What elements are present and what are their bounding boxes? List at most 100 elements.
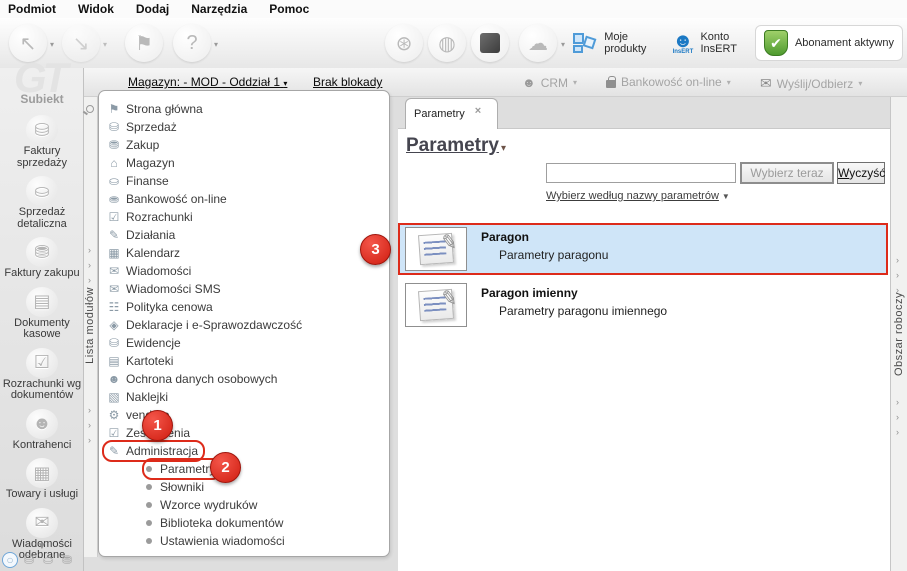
back-dropdown-caret[interactable]: ▾ <box>50 40 54 49</box>
tree-item[interactable]: Parametry <box>104 458 389 480</box>
module-item[interactable]: ☑ Rozrachunki wg dokumentów <box>0 345 84 406</box>
parameter-search-input[interactable] <box>546 163 736 183</box>
filter-by-name-link[interactable]: Wybierz według nazwy parametrów ▼ <box>546 190 730 202</box>
cloud-server-button[interactable]: ☁ <box>519 24 557 62</box>
module-item[interactable]: ☻ Kontrahenci <box>12 406 72 456</box>
tree-item[interactable]: Biblioteka dokumentów <box>104 514 389 532</box>
tree-item[interactable]: ✉ Wiadomości SMS <box>104 280 389 298</box>
tab-close-icon[interactable]: × <box>475 105 481 117</box>
tree-item[interactable]: ⛀ Finanse <box>104 172 389 190</box>
page-title[interactable]: Parametry ▾ <box>406 135 506 157</box>
search-magnifier-icon[interactable] <box>86 105 94 113</box>
help-button[interactable]: ? <box>173 24 211 62</box>
tree-item[interactable]: ✎ Działania <box>104 226 389 244</box>
back-arrow-icon: ↖ <box>19 32 37 55</box>
help-icon: ? <box>186 31 198 54</box>
menu-item[interactable]: Narzędzia <box>191 2 247 16</box>
module-mini-icon[interactable]: ⛃ <box>59 552 75 568</box>
navigation-tree-panel: ⚑ Strona główna ⛁ Sprzedaż ⛃ Zakup ⌂ Mag… <box>98 90 390 557</box>
tree-item-label: Wiadomości SMS <box>126 282 221 296</box>
module-item[interactable]: ⛁ Faktury sprzedaży <box>0 112 84 173</box>
lock-status-link[interactable]: Brak blokady <box>313 75 382 89</box>
module-icon: ✉ <box>26 507 58 538</box>
flag-button[interactable]: ⚑ <box>125 24 163 62</box>
tree-item[interactable]: Słowniki <box>104 478 389 496</box>
tree-item-icon: ⌂ <box>110 156 118 170</box>
parameter-row[interactable]: ✎ Paragon Parametry paragonu <box>398 223 888 275</box>
menu-item[interactable]: Widok <box>78 2 114 16</box>
subscription-status-button[interactable]: ✔ Abonament aktywny <box>754 25 903 61</box>
tree-item[interactable]: ⛁ Sprzedaż <box>104 118 389 136</box>
insert-account-button[interactable]: ☻ InsERT Konto InsERT <box>664 27 745 59</box>
tree-item-icon: ⛃ <box>108 138 120 152</box>
tree-item[interactable]: Wzorce wydruków <box>104 496 389 514</box>
tree-item[interactable]: ◈ Deklaracje i e-Sprawozdawczość <box>104 316 389 334</box>
tree-item[interactable]: ▤ Kartoteki <box>104 352 389 370</box>
cube-icon <box>480 33 500 53</box>
tree-item[interactable]: ▦ Kalendarz <box>104 244 389 262</box>
tree-item[interactable]: ☷ Polityka cenowa <box>104 298 389 316</box>
tree-item-label: Zakup <box>126 138 160 152</box>
globe-button[interactable]: ◍ <box>428 24 466 62</box>
menu-item[interactable]: Dodaj <box>136 2 169 16</box>
bullet-icon <box>146 538 152 544</box>
tree-item[interactable]: ⚑ Strona główna <box>104 100 389 118</box>
warehouse-selector-link[interactable]: Magazyn: - MOD - Oddział 1 ▾ <box>128 75 287 89</box>
module-label: Sprzedaż detaliczna <box>17 206 67 230</box>
tree-item[interactable]: ✉ Wiadomości <box>104 262 389 280</box>
my-products-button[interactable]: Moje produkty <box>565 27 654 59</box>
tree-item[interactable]: ⛃ Zakup <box>104 136 389 154</box>
tree-item-icon: ▤ <box>108 354 120 368</box>
menu-item[interactable]: Podmiot <box>8 2 56 16</box>
clear-button[interactable]: Wyczyść <box>837 162 885 184</box>
tab-parametry[interactable]: Parametry × <box>405 98 498 129</box>
tree-item[interactable]: ⛁ Ewidencje <box>104 334 389 352</box>
parameter-row[interactable]: ✎ Paragon imienny Parametry paragonu imi… <box>398 281 888 329</box>
module-item[interactable]: ⛃ Faktury zakupu <box>4 234 80 284</box>
tree-item[interactable]: ⛂ Bankowość on-line <box>104 190 389 208</box>
tree-item[interactable]: Ustawienia wiadomości <box>104 532 389 550</box>
tree-item[interactable]: ☑ Rozrachunki <box>104 208 389 226</box>
forward-button[interactable]: ↘ <box>62 24 100 62</box>
module-label: Faktury zakupu <box>4 267 80 279</box>
forward-dropdown-caret[interactable]: ▾ <box>103 40 107 49</box>
module-mini-icon[interactable]: ⛀ <box>40 552 56 568</box>
tree-item[interactable]: ☻ Ochrona danych osobowych <box>104 370 389 388</box>
module-icon: ⛃ <box>25 237 58 267</box>
module-item[interactable]: ▦ Towary i usługi <box>6 455 78 505</box>
chevron-right-icon: › <box>88 275 91 285</box>
parameter-description: Parametry paragonu <box>499 248 609 262</box>
step-2-badge: 2 <box>210 452 241 483</box>
tree-item-label: Ewidencje <box>126 336 181 350</box>
sync-button[interactable]: ⊛ <box>385 24 423 62</box>
insert-account-label: Konto InsERT <box>700 31 737 55</box>
tree-item-icon: ✎ <box>108 228 120 242</box>
parameter-doc-pen-icon: ✎ <box>405 283 467 327</box>
module-overflow-arrow-icon[interactable]: ▼ <box>0 541 84 552</box>
workspace-strip[interactable]: › › › Obszar roboczy › › › <box>890 97 907 571</box>
app-name-label: Subiekt <box>20 92 64 106</box>
module-label: Towary i usługi <box>5 488 79 500</box>
module-mini-icon[interactable]: ⛁ <box>21 552 37 568</box>
menu-item[interactable]: Pomoc <box>269 2 309 16</box>
bullet-icon <box>146 502 152 508</box>
shield-check-icon: ✔ <box>763 30 788 56</box>
tree-item[interactable]: ✎ Administracja <box>101 440 389 462</box>
module-label: Kontrahenci <box>12 438 72 451</box>
toolbar-right-group: Moje produkty ☻ InsERT Konto InsERT ✔ Ab… <box>565 22 903 64</box>
module-item[interactable]: ▤ Dokumenty kasowe <box>0 284 84 345</box>
tree-item-label: Administracja <box>126 444 199 458</box>
choose-now-button[interactable]: Wybierz teraz <box>740 162 834 184</box>
tree-item-label: Kalendarz <box>126 246 181 260</box>
cube-button[interactable] <box>471 24 509 62</box>
module-item[interactable]: ⛀ Sprzedaż detaliczna <box>0 173 84 234</box>
tree-item-label: Słowniki <box>160 480 205 494</box>
tree-item[interactable]: ⌂ Magazyn <box>104 154 389 172</box>
module-list-strip[interactable]: › › › Lista modułów › › › <box>84 97 98 557</box>
module-label: Faktury sprzedaży <box>16 145 68 169</box>
tree-item-label: Finanse <box>126 174 169 188</box>
help-dropdown-caret[interactable]: ▾ <box>214 40 218 49</box>
online-banking-button[interactable]: Bankowość on-line ▾ <box>606 75 731 89</box>
module-mini-icon[interactable]: ○ <box>2 552 18 568</box>
tree-item[interactable]: ▧ Naklejki <box>104 388 389 406</box>
